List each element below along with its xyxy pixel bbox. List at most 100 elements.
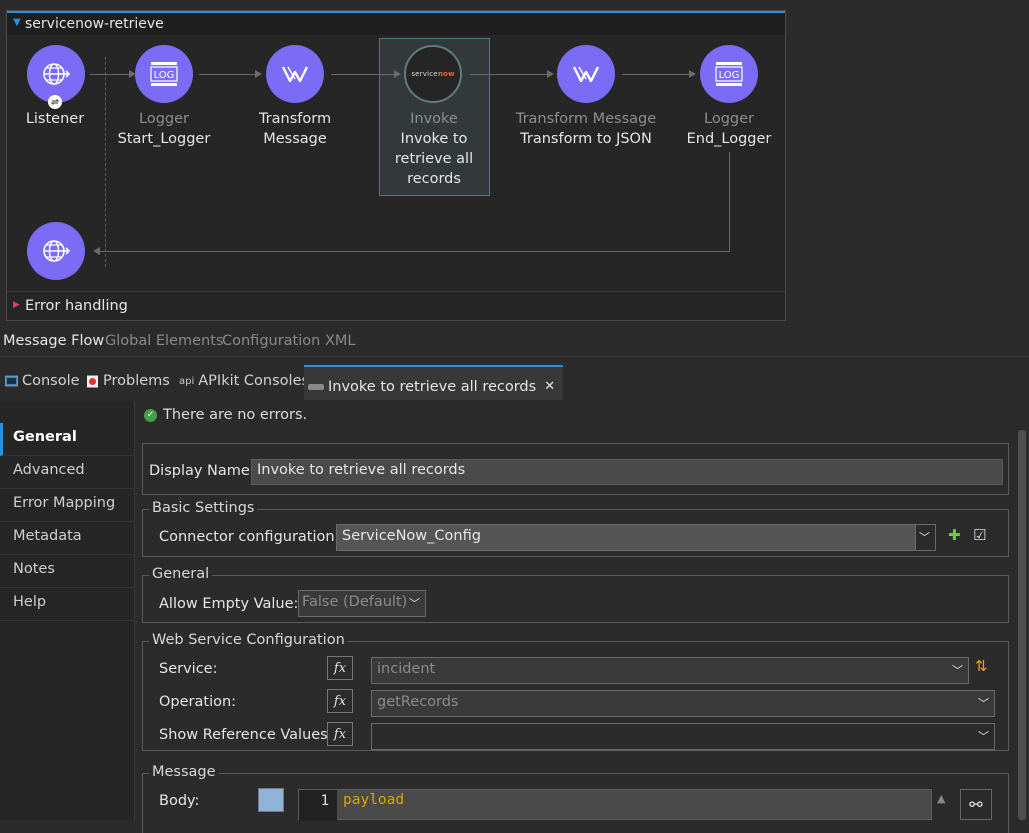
chevron-down-icon: ﹀ bbox=[919, 531, 930, 544]
close-icon[interactable]: ✕ bbox=[544, 379, 555, 394]
flow-name: servicenow-retrieve bbox=[25, 16, 164, 32]
api-icon: api bbox=[179, 375, 195, 387]
nav-metadata[interactable]: Metadata bbox=[0, 522, 135, 555]
arrow-head-icon bbox=[93, 247, 100, 255]
console-icon bbox=[5, 375, 18, 386]
flow-arrow bbox=[470, 74, 547, 75]
allow-empty-select[interactable]: False (Default) ﹀ bbox=[298, 590, 426, 617]
scrollbar-thumb[interactable] bbox=[1018, 430, 1026, 820]
code-text[interactable]: payload bbox=[343, 792, 404, 808]
log-icon: LOG bbox=[150, 62, 178, 86]
chevron-down-icon: ﹀ bbox=[409, 597, 420, 610]
chevron-down-icon: ﹀ bbox=[952, 664, 963, 677]
body-code-editor[interactable]: 1 payload ▲ bbox=[298, 789, 953, 821]
web-service-config-title: Web Service Configuration bbox=[149, 632, 348, 648]
tab-configuration-xml[interactable]: Configuration XML bbox=[222, 333, 355, 349]
problems-icon bbox=[87, 375, 98, 387]
properties-content: ✓ There are no errors. Display Name: Inv… bbox=[136, 401, 1029, 833]
display-name-input[interactable]: Invoke to retrieve all records bbox=[251, 459, 1003, 485]
arrow-head-icon bbox=[255, 70, 262, 78]
mapping-editor-icon[interactable]: ⚯ bbox=[960, 789, 992, 820]
nav-help[interactable]: Help bbox=[0, 588, 135, 621]
dataweave-icon bbox=[572, 66, 600, 83]
globe-icon bbox=[43, 63, 71, 85]
line-number: 1 bbox=[299, 790, 337, 821]
flow-canvas[interactable]: ▼ servicenow-retrieve Listener LOG Logge… bbox=[0, 0, 1029, 328]
nav-notes[interactable]: Notes bbox=[0, 555, 135, 588]
connector-config-label: Connector configuration: bbox=[159, 529, 340, 545]
dataweave-icon bbox=[281, 66, 309, 83]
return-line bbox=[729, 152, 730, 251]
add-plus-icon[interactable]: ✚ bbox=[948, 526, 961, 544]
tab-console[interactable]: Console bbox=[5, 373, 80, 389]
general-group: General Allow Empty Value: False (Defaul… bbox=[142, 566, 1009, 623]
properties-panel: General Advanced Error Mapping Metadata … bbox=[0, 401, 1029, 833]
arrow-head-icon bbox=[394, 70, 401, 78]
refresh-icon[interactable]: ⇅ bbox=[975, 657, 988, 675]
sync-badge-icon bbox=[48, 95, 62, 109]
nav-general[interactable]: General bbox=[0, 423, 135, 456]
chevron-down-icon: ﹀ bbox=[978, 697, 989, 710]
arrow-head-icon bbox=[689, 70, 696, 78]
basic-settings-title: Basic Settings bbox=[149, 500, 258, 516]
listener-response-node[interactable] bbox=[27, 222, 85, 280]
script-mode-icon[interactable] bbox=[258, 788, 284, 812]
reference-values-label: Show Reference Values: bbox=[159, 727, 333, 743]
transform-message-label: Transform Message bbox=[258, 111, 332, 147]
logger-end-label: Logger End_Logger bbox=[686, 111, 772, 147]
log-icon: LOG bbox=[715, 62, 743, 86]
tab-apikit-consoles[interactable]: api APIkit Consoles bbox=[179, 373, 309, 389]
operation-select[interactable]: getRecords ﹀ bbox=[371, 690, 995, 717]
nav-error-mapping[interactable]: Error Mapping bbox=[0, 489, 135, 522]
flow-arrow bbox=[199, 74, 255, 75]
tab-global-elements[interactable]: Global Elements bbox=[105, 333, 223, 349]
flow-arrow bbox=[331, 74, 394, 75]
service-label: Service: bbox=[159, 661, 218, 677]
scroll-up-icon[interactable]: ▲ bbox=[937, 792, 945, 805]
allow-empty-label: Allow Empty Value: bbox=[159, 596, 299, 612]
invoke-label: Invoke Invoke to retrieve all records bbox=[394, 111, 474, 187]
service-select[interactable]: incident ﹀ bbox=[371, 657, 969, 684]
status-message: ✓ There are no errors. bbox=[144, 407, 307, 423]
servicenow-invoke-node[interactable]: servicenow bbox=[404, 45, 462, 103]
edit-config-icon[interactable]: ☑ bbox=[973, 526, 986, 544]
transform-to-json-node[interactable] bbox=[557, 45, 615, 103]
body-label: Body: bbox=[159, 793, 200, 809]
check-circle-icon: ✓ bbox=[144, 408, 157, 422]
reference-values-select[interactable]: ﹀ bbox=[371, 723, 995, 750]
flow-header[interactable]: ▼ servicenow-retrieve bbox=[7, 11, 785, 35]
fx-service-button[interactable]: fx bbox=[327, 656, 353, 680]
globe-icon bbox=[43, 240, 71, 262]
error-handling-section[interactable]: ▶ Error handling bbox=[7, 291, 785, 320]
flow-arrow bbox=[90, 74, 130, 75]
collapse-triangle-icon[interactable]: ▼ bbox=[13, 17, 21, 28]
logger-start-node[interactable]: LOG bbox=[135, 45, 193, 103]
operation-label: Operation: bbox=[159, 694, 237, 710]
expand-triangle-icon[interactable]: ▶ bbox=[13, 300, 20, 310]
nav-advanced[interactable]: Advanced bbox=[0, 456, 135, 489]
servicenow-tab-icon bbox=[308, 383, 324, 390]
tab-invoke-properties[interactable]: Invoke to retrieve all records ✕ bbox=[304, 365, 564, 400]
tab-problems[interactable]: Problems bbox=[86, 373, 170, 389]
logger-end-node[interactable]: LOG bbox=[700, 45, 758, 103]
properties-scrollbar[interactable] bbox=[1015, 430, 1029, 820]
connector-config-select[interactable]: ServiceNow_Config ﹀ bbox=[336, 524, 936, 551]
fx-operation-button[interactable]: fx bbox=[327, 689, 353, 713]
message-title: Message bbox=[149, 764, 219, 780]
return-line bbox=[100, 251, 730, 252]
properties-side-nav: General Advanced Error Mapping Metadata … bbox=[0, 401, 135, 820]
logger-start-label: Logger Start_Logger bbox=[117, 111, 211, 147]
tab-message-flow[interactable]: Message Flow bbox=[3, 333, 104, 349]
chevron-down-icon: ﹀ bbox=[978, 730, 989, 743]
display-name-label: Display Name: bbox=[149, 463, 255, 479]
fx-reference-button[interactable]: fx bbox=[327, 722, 353, 746]
flow-arrow bbox=[622, 74, 689, 75]
svg-text:LOG: LOG bbox=[154, 70, 175, 81]
source-divider bbox=[105, 57, 106, 267]
svg-text:LOG: LOG bbox=[719, 70, 740, 81]
display-name-group: Display Name: Invoke to retrieve all rec… bbox=[142, 443, 1009, 495]
view-tab-bar: Console Problems api APIkit Consoles Inv… bbox=[0, 360, 1029, 400]
error-handling-label: Error handling bbox=[25, 298, 128, 314]
transform-message-node[interactable] bbox=[266, 45, 324, 103]
arrow-head-icon bbox=[547, 70, 554, 78]
